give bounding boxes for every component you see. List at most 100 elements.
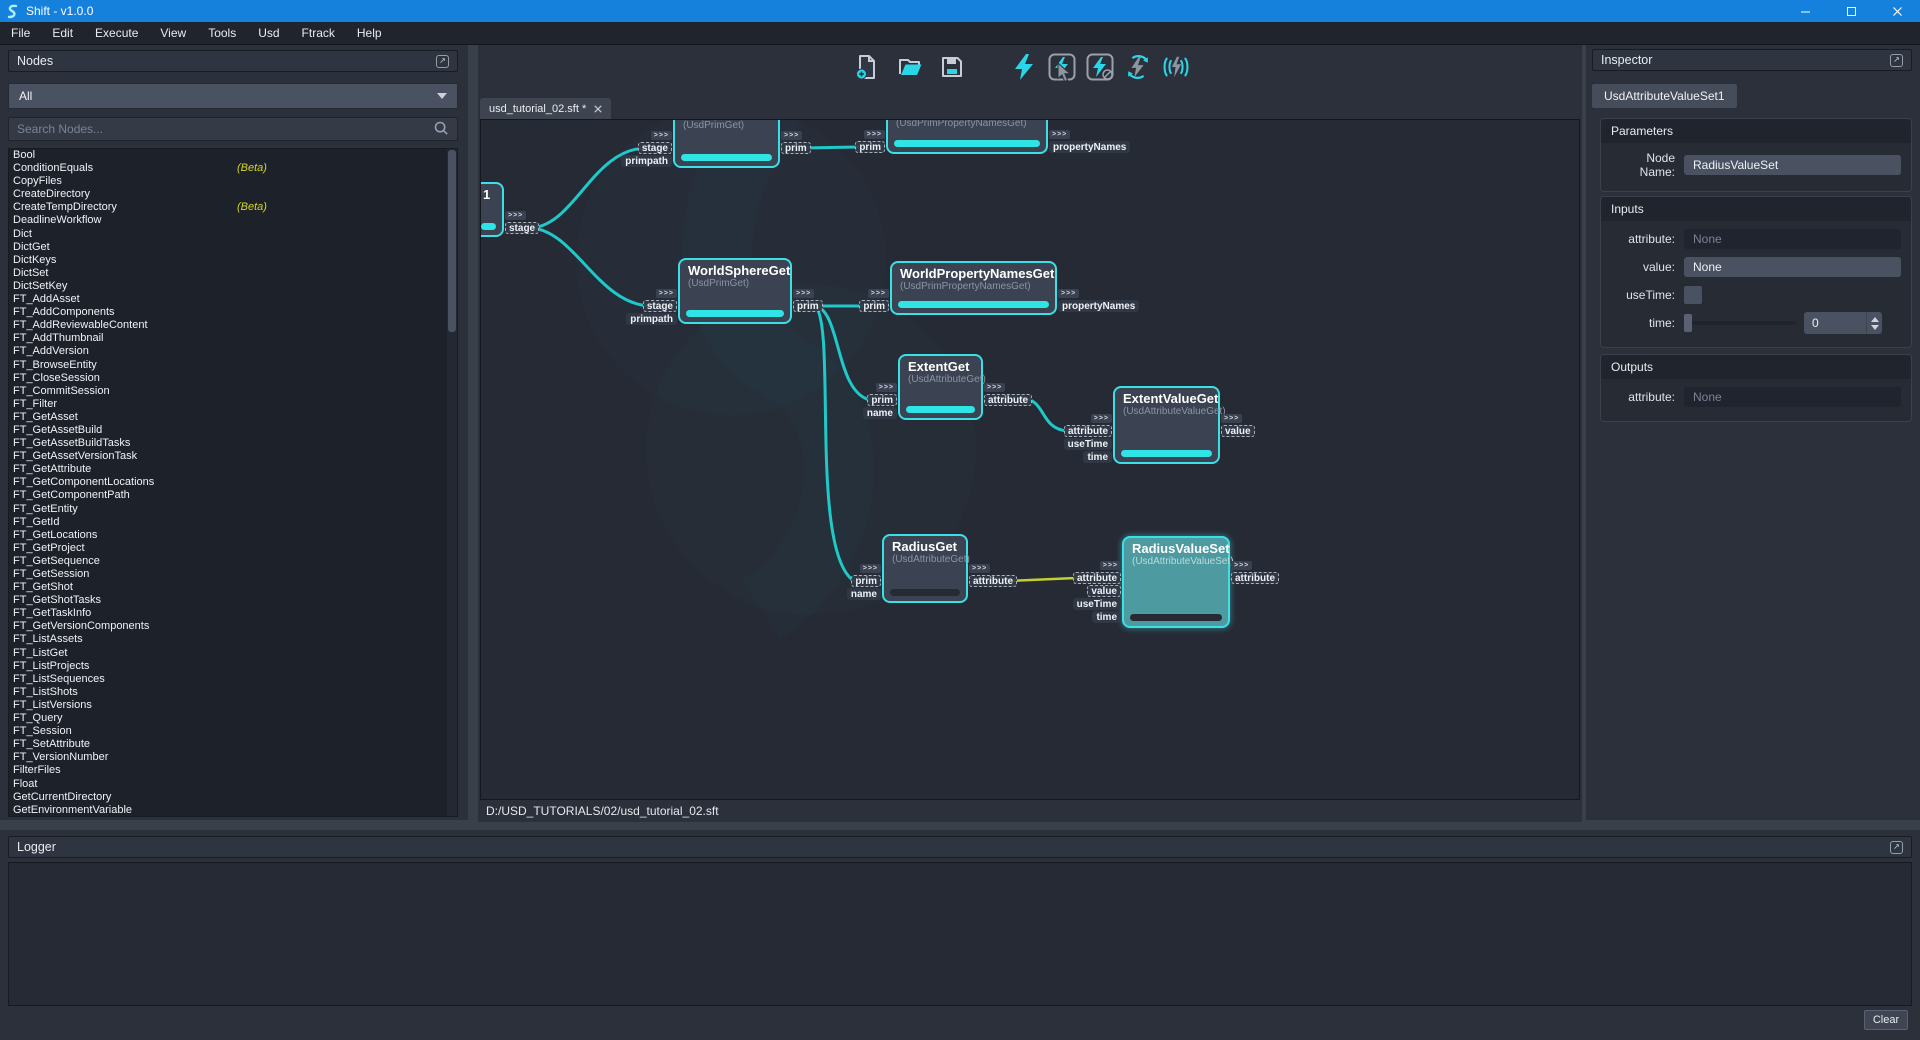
node-list-item[interactable]: FT_GetAttribute — [9, 463, 457, 476]
graph-edge-radius-get.attribute-to-radius-value-set.attribute[interactable] — [1007, 578, 1076, 581]
usetime-checkbox[interactable] — [1684, 286, 1702, 304]
node-list-item[interactable]: FT_GetEntity — [9, 503, 457, 516]
node-list-item[interactable]: DictKeys — [9, 254, 457, 267]
scrollbar-handle[interactable] — [448, 150, 456, 332]
execute-cancel-icon[interactable] — [1086, 53, 1114, 81]
node-list-item[interactable]: FT_AddThumbnail — [9, 332, 457, 345]
node-list-item[interactable]: FT_GetAsset — [9, 411, 457, 424]
node-list-item[interactable]: FT_Filter — [9, 398, 457, 411]
graph-node-extent-value-get[interactable]: ExtentValueGet(UsdAttributeValueGet)>>>a… — [1113, 386, 1220, 464]
spin-arrows[interactable] — [1866, 312, 1882, 334]
node-list-item[interactable]: FT_GetProject — [9, 542, 457, 555]
node-list-item[interactable]: FT_GetSequence — [9, 555, 457, 568]
execute-refresh-icon[interactable] — [1124, 53, 1152, 81]
input-port-name[interactable]: name — [863, 407, 897, 419]
graph-node-prim-get-top[interactable]: (UsdPrimGet)>>>stageprimpath>>>prim — [673, 119, 780, 168]
node-list-item[interactable]: FilterFiles — [9, 764, 457, 777]
node-list-item[interactable]: FT_GetShot — [9, 581, 457, 594]
node-list-item[interactable]: GetEnvironmentVariable — [9, 804, 457, 817]
value-input-field[interactable]: None — [1684, 257, 1901, 277]
node-list-item[interactable]: FT_ListShots — [9, 686, 457, 699]
node-body[interactable]: (UsdPrimPropertyNamesGet) — [886, 119, 1048, 154]
node-list-item[interactable]: FT_ListAssets — [9, 633, 457, 646]
open-file-icon[interactable] — [896, 53, 924, 81]
node-body[interactable]: (UsdPrimGet) — [673, 119, 780, 168]
node-body[interactable]: WorldSphereGet(UsdPrimGet) — [678, 258, 792, 324]
node-list-item[interactable]: DeadlineWorkflow — [9, 214, 457, 227]
input-port-prim[interactable]: prim — [859, 300, 889, 312]
node-list-item[interactable]: Dict — [9, 228, 457, 241]
node-list-item[interactable]: FT_AddComponents — [9, 306, 457, 319]
menu-view[interactable]: View — [149, 22, 197, 44]
execute-icon[interactable] — [1010, 53, 1038, 81]
close-button[interactable] — [1874, 0, 1920, 22]
new-file-icon[interactable] — [852, 53, 880, 81]
output-port-stage[interactable]: stage — [505, 222, 539, 234]
node-list-item[interactable]: FT_VersionNumber — [9, 751, 457, 764]
output-port-attribute[interactable]: attribute — [984, 394, 1032, 406]
node-list-item[interactable]: FT_GetAssetBuild — [9, 424, 457, 437]
node-body[interactable]: RadiusValueSet(UsdAttributeValueSet) — [1122, 536, 1230, 628]
node-list-item[interactable]: FT_GetComponentLocations — [9, 476, 457, 489]
node-list-item[interactable]: CreateTempDirectory(Beta) — [9, 201, 457, 214]
input-port-attribute[interactable]: attribute — [1073, 572, 1121, 584]
node-body[interactable]: 1 — [480, 182, 504, 237]
input-port-attribute[interactable]: attribute — [1064, 425, 1112, 437]
node-list-item[interactable]: FT_ListProjects — [9, 660, 457, 673]
graph-canvas[interactable]: 1>>>stage (UsdPrimGet)>>>stageprimpath>>>… — [480, 119, 1580, 800]
node-list-item[interactable]: FT_GetAssetBuildTasks — [9, 437, 457, 450]
menu-usd[interactable]: Usd — [247, 22, 290, 44]
menu-execute[interactable]: Execute — [84, 22, 149, 44]
output-port-propertyNames[interactable]: propertyNames — [1058, 300, 1139, 312]
node-list-item[interactable]: FT_CloseSession — [9, 372, 457, 385]
input-port-value[interactable]: value — [1087, 585, 1121, 597]
graph-node-prim-property-names-get-top[interactable]: (UsdPrimPropertyNamesGet)>>>prim>>>prope… — [886, 119, 1048, 154]
input-port-primpath[interactable]: primpath — [621, 155, 672, 167]
node-list-item[interactable]: FT_AddVersion — [9, 345, 457, 358]
node-body[interactable]: ExtentGet(UsdAttributeGet) — [898, 354, 983, 420]
node-body[interactable]: RadiusGet(UsdAttributeGet) — [882, 534, 968, 603]
node-list-item[interactable]: FT_SetAttribute — [9, 738, 457, 751]
node-list-item[interactable]: FT_GetComponentPath — [9, 489, 457, 502]
node-list-item[interactable]: FT_GetLocations — [9, 529, 457, 542]
output-port-prim[interactable]: prim — [793, 300, 823, 312]
undock-icon[interactable]: ↗ — [1890, 54, 1903, 67]
node-name-input[interactable]: RadiusValueSet — [1684, 155, 1901, 175]
node-list-item[interactable]: FT_GetVersionComponents — [9, 620, 457, 633]
output-port-value[interactable]: value — [1221, 425, 1255, 437]
input-port-primpath[interactable]: primpath — [626, 313, 677, 325]
node-list-item[interactable]: FT_ListGet — [9, 647, 457, 660]
node-body[interactable]: ExtentValueGet(UsdAttributeValueGet) — [1113, 386, 1220, 464]
search-input[interactable] — [17, 122, 433, 136]
node-list-item[interactable]: FT_ListVersions — [9, 699, 457, 712]
node-list-item[interactable]: FT_ListSequences — [9, 673, 457, 686]
input-port-stage[interactable]: stage — [638, 142, 672, 154]
graph-node-stage-node[interactable]: 1>>>stage — [480, 182, 504, 237]
slider-handle[interactable] — [1684, 314, 1692, 332]
node-list-item[interactable]: FT_AddAsset — [9, 293, 457, 306]
output-port-attribute[interactable]: attribute — [1231, 572, 1279, 584]
node-list-item[interactable]: FT_GetSession — [9, 568, 457, 581]
node-list-item[interactable]: Float — [9, 778, 457, 791]
input-port-useTime[interactable]: useTime — [1073, 598, 1121, 610]
node-list-item[interactable]: CreateDirectory — [9, 188, 457, 201]
node-list-item[interactable]: GetCurrentDirectory — [9, 791, 457, 804]
node-list-item[interactable]: FT_CommitSession — [9, 385, 457, 398]
node-list-item[interactable]: FT_GetAssetVersionTask — [9, 450, 457, 463]
input-port-stage[interactable]: stage — [643, 300, 677, 312]
node-list-item[interactable]: DictSetKey — [9, 280, 457, 293]
clear-button[interactable]: Clear — [1864, 1010, 1908, 1030]
node-list-item[interactable]: Bool — [9, 149, 457, 162]
time-slider[interactable] — [1684, 314, 1796, 332]
minimize-button[interactable] — [1782, 0, 1828, 22]
undock-icon[interactable]: ↗ — [436, 55, 449, 68]
input-port-prim[interactable]: prim — [867, 394, 897, 406]
graph-node-radius-value-set[interactable]: RadiusValueSet(UsdAttributeValueSet)>>>a… — [1122, 536, 1230, 628]
spin-up-icon[interactable] — [1871, 317, 1879, 322]
menu-edit[interactable]: Edit — [41, 22, 84, 44]
menu-ftrack[interactable]: Ftrack — [291, 22, 346, 44]
node-list-item[interactable]: ConditionEquals(Beta) — [9, 162, 457, 175]
node-list-item[interactable]: FT_GetTaskInfo — [9, 607, 457, 620]
spin-down-icon[interactable] — [1871, 325, 1879, 330]
input-port-useTime[interactable]: useTime — [1064, 438, 1112, 450]
